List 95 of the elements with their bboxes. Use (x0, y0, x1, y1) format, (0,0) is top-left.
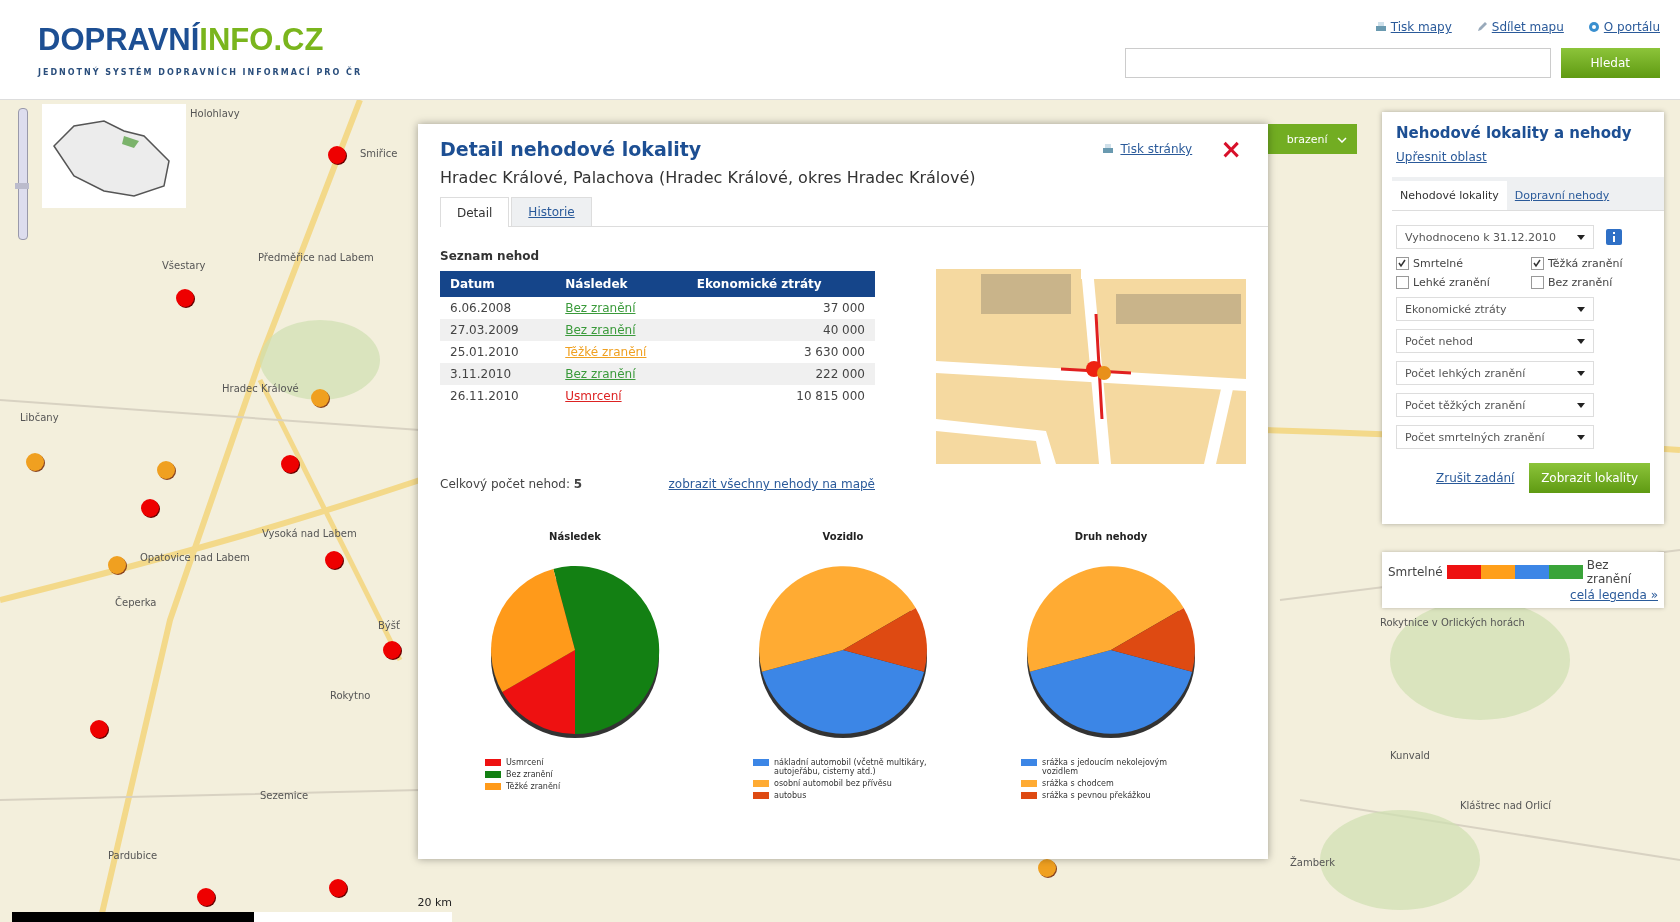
checkbox-label: Lehké zranění (1413, 276, 1490, 289)
legend-label: srážka s pevnou překážkou (1042, 791, 1151, 800)
chart-title: Druh nehody (1074, 531, 1148, 542)
checkbox[interactable] (1531, 257, 1544, 270)
gear-icon (1587, 21, 1600, 33)
scale-label: 20 km (417, 896, 452, 909)
outcome-link[interactable]: Usmrcení (565, 389, 622, 403)
table-cell: 222 000 (686, 363, 875, 385)
column-header: Následek (555, 271, 687, 297)
place-label: Vysoká nad Labem (262, 528, 357, 539)
tagline: JEDNOTNÝ SYSTÉM DOPRAVNÍCH INFORMACÍ PRO ČR (38, 68, 363, 77)
checkbox-label: Smrtelné (1413, 257, 1464, 270)
tab[interactable]: Historie (511, 197, 592, 226)
tab[interactable]: Detail (440, 197, 510, 227)
search-field[interactable] (1124, 48, 1551, 78)
printer-icon (1102, 143, 1115, 155)
sort-dropdown[interactable]: Ekonomické ztráty (1396, 297, 1594, 321)
outcome-link[interactable]: Bez zranění (565, 301, 636, 315)
total-count: Celkový počet nehod: 5 (440, 477, 583, 491)
place-label: Kunvald (1390, 750, 1430, 761)
place-label: Rokytnice v Orlických horách (1380, 617, 1525, 628)
caret-icon (1577, 434, 1585, 440)
table-cell: 40 000 (686, 319, 875, 341)
checkbox-label: Bez zranění (1548, 276, 1613, 289)
section-title: Seznam nehod (440, 249, 541, 263)
sort-dropdown[interactable]: Počet smrtelných zranění (1396, 425, 1594, 449)
legend-label: srážka s chodcem (1042, 779, 1114, 788)
tab[interactable]: Nehodové lokality (1392, 181, 1507, 210)
close-button[interactable]: × (1216, 136, 1246, 162)
legend-label: srážka s jedoucím nekolejovým vozidlem (1042, 758, 1169, 776)
caret-icon (1577, 370, 1585, 376)
legend-label: Bez zranění (506, 770, 553, 779)
pencil-icon (1475, 21, 1488, 33)
caret-icon (1577, 402, 1585, 408)
place-label: Hradec Králové (222, 383, 299, 394)
legend-label: Smrtelné (1388, 565, 1443, 579)
legend-label: Bez zranění (1586, 558, 1633, 586)
sort-dropdown[interactable]: Počet nehod (1396, 329, 1594, 353)
cancel-link[interactable]: Zrušit zadání (1436, 471, 1515, 485)
header-link[interactable]: Tisk mapy (1390, 20, 1452, 34)
show-all-link[interactable]: zobrazit všechny nehody na mapě (668, 477, 875, 491)
chart-title: Následek (549, 531, 601, 542)
place-label: Rokytno (330, 690, 371, 701)
place-label: Všestary (162, 260, 206, 271)
column-header: Ekonomické ztráty (686, 271, 875, 297)
caret-icon (1577, 306, 1585, 312)
place-label: Pardubice (108, 850, 158, 861)
place-label: Kláštrec nad Orlicí (1460, 800, 1552, 811)
place-label: Smiřice (360, 148, 398, 159)
chart-title: Vozidlo (822, 531, 864, 542)
full-legend-link[interactable]: celá legenda » (1388, 588, 1658, 602)
table-cell: 3.11.2010 (440, 363, 556, 385)
caret-icon (1577, 234, 1585, 240)
place-label: Sezemice (260, 790, 309, 801)
legend-label: nákladní automobil (včetně multikáry, autojeřábu, cisterny atd.) (774, 758, 928, 776)
checkbox[interactable] (1396, 276, 1409, 289)
legend-label: autobus (774, 791, 807, 800)
panel-title: Nehodové lokality a nehody (1396, 124, 1633, 142)
place-label: Libčany (20, 412, 59, 423)
place-label: Býšť (378, 620, 400, 631)
dialog-subtitle: Hradec Králové, Palachova (Hradec Králové, okres Hradec Králové) (440, 168, 977, 187)
info-icon[interactable] (1606, 229, 1622, 245)
checkbox[interactable] (1531, 276, 1544, 289)
table-cell: 37 000 (686, 297, 875, 319)
chevron-down-icon (1337, 136, 1347, 143)
table-cell: 10 815 000 (686, 385, 875, 407)
sort-dropdown[interactable]: Počet lehkých zranění (1396, 361, 1594, 385)
column-header: Datum (440, 271, 556, 297)
header-link[interactable]: Sdílet mapu (1491, 20, 1564, 34)
place-label: Opatovice nad Labem (140, 552, 250, 563)
legend-label: osobní automobil bez přívěsu (774, 779, 892, 788)
tab[interactable]: Dopravní nehody (1506, 181, 1618, 210)
table-cell: 27.03.2009 (440, 319, 556, 341)
place-label: Žamberk (1290, 857, 1336, 868)
checkbox[interactable] (1396, 257, 1409, 270)
table-cell: 6.06.2008 (440, 297, 556, 319)
caret-icon (1577, 338, 1585, 344)
checkbox-label: Těžká zranění (1548, 257, 1623, 270)
place-label: Holohlavy (190, 108, 240, 119)
place-label: Čeperka (115, 597, 157, 608)
dialog-title: Detail nehodové lokality (440, 138, 702, 160)
table-cell: 26.11.2010 (440, 385, 556, 407)
table-cell: 25.01.2010 (440, 341, 556, 363)
legend-label: Těžké zranění (506, 782, 561, 791)
sort-dropdown[interactable]: Počet těžkých zranění (1396, 393, 1594, 417)
printer-icon (1374, 21, 1387, 33)
place-label: Předměřice nad Labem (258, 252, 374, 263)
date-dropdown[interactable]: Vyhodnoceno k 31.12.2010 (1396, 225, 1594, 249)
header-link[interactable]: O portálu (1603, 20, 1660, 34)
zoom-slider[interactable] (18, 108, 28, 240)
refine-link[interactable]: Upřesnit oblast (1396, 150, 1487, 164)
print-link[interactable]: Tisk stránky (1120, 142, 1193, 156)
table-cell: 3 630 000 (686, 341, 875, 363)
logo-text[interactable]: DOPRAVNÍ (38, 22, 200, 57)
legend-label: Usmrcení (506, 758, 544, 767)
